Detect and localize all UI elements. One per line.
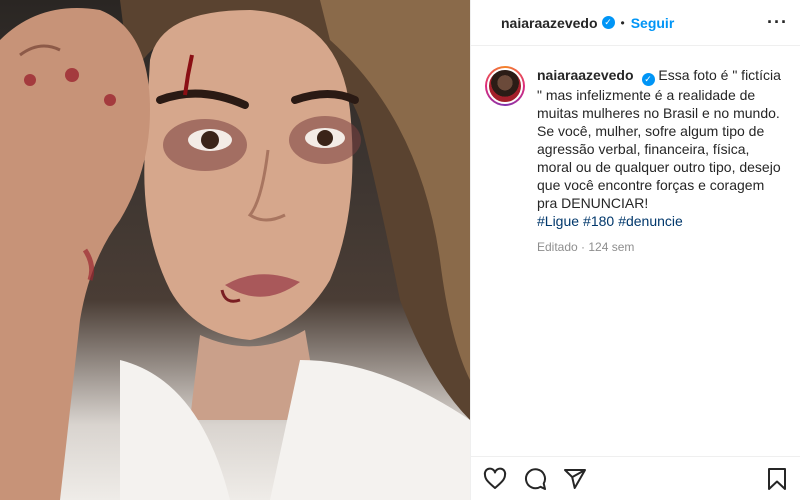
comment-icon[interactable]	[523, 467, 547, 491]
more-horizontal-icon[interactable]: ···	[767, 12, 788, 33]
caption-body: naiaraazevedo ✓ Essa foto é " fictícia " …	[537, 66, 788, 256]
hashtag-ligue[interactable]: #Ligue	[537, 213, 579, 229]
post-time[interactable]: 124 sem	[588, 240, 634, 254]
hashtags: #Ligue #180 #denuncie	[537, 212, 788, 230]
hashtag-180[interactable]: #180	[583, 213, 614, 229]
post-caption: naiaraazevedo ✓ Essa foto é " fictícia " …	[471, 46, 800, 256]
avatar-image	[487, 68, 523, 104]
post-photo[interactable]	[0, 0, 470, 500]
edited-label: Editado	[537, 240, 578, 254]
post-side-panel: naiaraazevedo ✓ • Seguir ··· naiaraazeve…	[470, 0, 800, 500]
heart-icon[interactable]	[483, 467, 507, 491]
header-username[interactable]: naiaraazevedo	[501, 15, 598, 31]
follow-button[interactable]: Seguir	[631, 15, 675, 31]
share-icon[interactable]	[563, 467, 587, 491]
caption-paragraph-1: naiaraazevedo ✓ Essa foto é " fictícia " …	[537, 66, 788, 122]
bookmark-icon[interactable]	[765, 467, 789, 491]
avatar[interactable]	[485, 66, 525, 106]
verified-badge-icon: ✓	[601, 16, 615, 29]
hashtag-denuncie[interactable]: #denuncie	[618, 213, 683, 229]
post-photo-illustration	[0, 0, 470, 500]
caption-paragraph-2: Se você, mulher, sofre algum tipo de agr…	[537, 123, 781, 211]
verified-badge-icon: ✓	[641, 73, 655, 86]
separator-dot: •	[620, 15, 625, 30]
post-header: naiaraazevedo ✓ • Seguir ···	[471, 0, 800, 46]
caption-username[interactable]: naiaraazevedo	[537, 67, 634, 83]
post-actions-bar	[471, 456, 800, 500]
post-meta: Editado · 124 sem	[537, 240, 635, 254]
